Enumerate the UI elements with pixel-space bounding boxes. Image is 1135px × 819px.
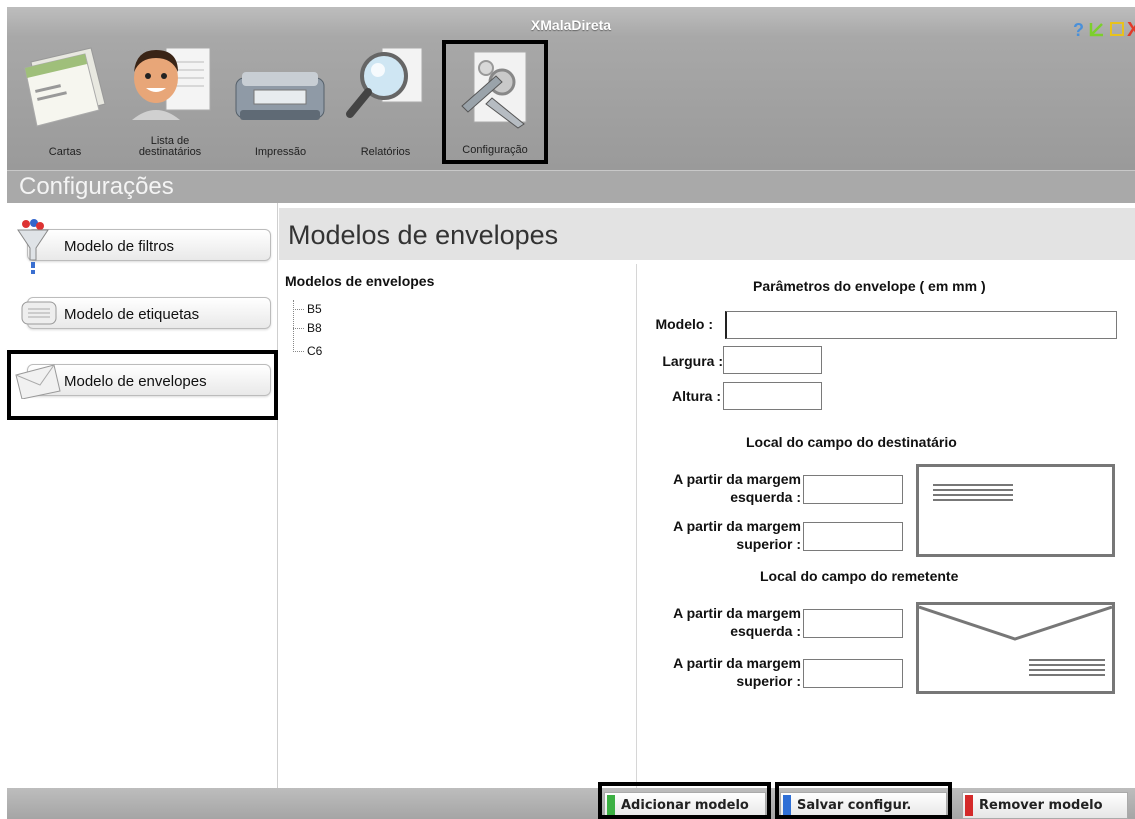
model-tree: Modelos de envelopes B5 B8 C6 <box>279 260 636 788</box>
altura-input[interactable] <box>723 382 822 410</box>
tree-item-b5[interactable]: B5 <box>293 302 322 316</box>
altura-label: Altura : <box>672 388 721 404</box>
recipient-heading: Local do campo do destinatário <box>746 434 957 450</box>
modelo-label: Modelo : <box>655 316 713 332</box>
printer-icon <box>232 66 328 129</box>
toolbar-item-lista[interactable]: Lista de destinatários <box>118 38 223 162</box>
maximize-icon[interactable] <box>1109 21 1125 40</box>
tree-item-c6[interactable]: C6 <box>293 344 322 358</box>
label-icon <box>20 298 60 331</box>
sidebar: Modelo de filtros Modelo de etiquetas Mo… <box>7 203 278 788</box>
recipients-icon <box>126 42 218 130</box>
tree-title: Modelos de envelopes <box>285 273 435 289</box>
address-lines-icon <box>1029 659 1105 679</box>
params-heading: Parâmetros do envelope ( em mm ) <box>753 278 986 294</box>
toolbar-item-cartas[interactable]: Cartas <box>15 38 115 162</box>
label-line: esquerda : <box>730 623 801 639</box>
red-swatch-icon <box>965 795 973 816</box>
label-line: superior : <box>736 536 801 552</box>
sidebar-item-label: Modelo de etiquetas <box>64 306 200 323</box>
label-line: superior : <box>736 673 801 689</box>
sender-top-input[interactable] <box>803 659 903 688</box>
largura-label: Largura : <box>662 353 723 369</box>
label-line: A partir da margem <box>673 518 801 534</box>
sender-envelope-preview <box>916 602 1115 694</box>
content-header: Modelos de envelopes <box>279 208 1135 260</box>
section-title: Configurações <box>19 173 174 200</box>
sidebar-item-label: Modelo de filtros <box>64 238 175 255</box>
selection-frame <box>7 350 278 420</box>
magnifier-icon <box>342 44 428 127</box>
recipient-top-input[interactable] <box>803 522 903 551</box>
button-label: Remover modelo <box>979 798 1103 813</box>
toolbar-label: Lista de destinatários <box>138 135 202 158</box>
tree-item-b8[interactable]: B8 <box>293 321 322 335</box>
toolbar-label: Relatórios <box>360 146 411 158</box>
minimize-icon[interactable] <box>1089 21 1105 40</box>
toolbar-item-relatorios[interactable]: Relatórios <box>338 38 433 162</box>
toolbar-item-configuracao[interactable]: Configuração <box>442 40 548 164</box>
recipient-envelope-preview <box>916 464 1115 557</box>
sender-top-label: A partir da margem superior : <box>641 654 801 690</box>
page-title: Modelos de envelopes <box>288 220 559 250</box>
label-line: A partir da margem <box>673 605 801 621</box>
remove-model-button[interactable]: Remover modelo <box>962 792 1128 819</box>
sender-left-input[interactable] <box>803 609 903 638</box>
toolbar-item-impressao[interactable]: Impressão <box>228 38 333 162</box>
modelo-input[interactable] <box>725 311 1117 339</box>
sender-left-label: A partir da margem esquerda : <box>641 604 801 640</box>
recipient-top-label: A partir da margem superior : <box>641 517 801 553</box>
recipient-left-input[interactable] <box>803 475 903 504</box>
funnel-icon <box>16 218 50 279</box>
recipient-left-label: A partir da margem esquerda : <box>641 470 801 506</box>
toolbar-label: Impressão <box>254 146 307 158</box>
sender-heading: Local do campo do remetente <box>760 568 959 584</box>
sidebar-item-filtros[interactable]: Modelo de filtros <box>17 219 271 274</box>
toolbar-label: Configuração <box>462 144 528 156</box>
section-header: Configurações <box>7 170 1135 203</box>
selection-frame <box>598 782 771 819</box>
letters-icon <box>21 42 111 130</box>
largura-input[interactable] <box>723 346 822 374</box>
address-lines-icon <box>933 484 1013 504</box>
close-icon[interactable]: X <box>1127 20 1135 40</box>
help-icon[interactable]: ? <box>1073 21 1084 39</box>
selection-frame <box>775 782 952 819</box>
label-line: A partir da margem <box>673 471 801 487</box>
app-title: XMalaDireta <box>530 17 612 33</box>
toolbar-label: Cartas <box>48 146 82 158</box>
label-line: A partir da margem <box>673 655 801 671</box>
sidebar-item-etiquetas[interactable]: Modelo de etiquetas <box>21 297 271 329</box>
settings-icon <box>452 46 538 133</box>
divider <box>636 264 637 788</box>
label-line: esquerda : <box>730 489 801 505</box>
